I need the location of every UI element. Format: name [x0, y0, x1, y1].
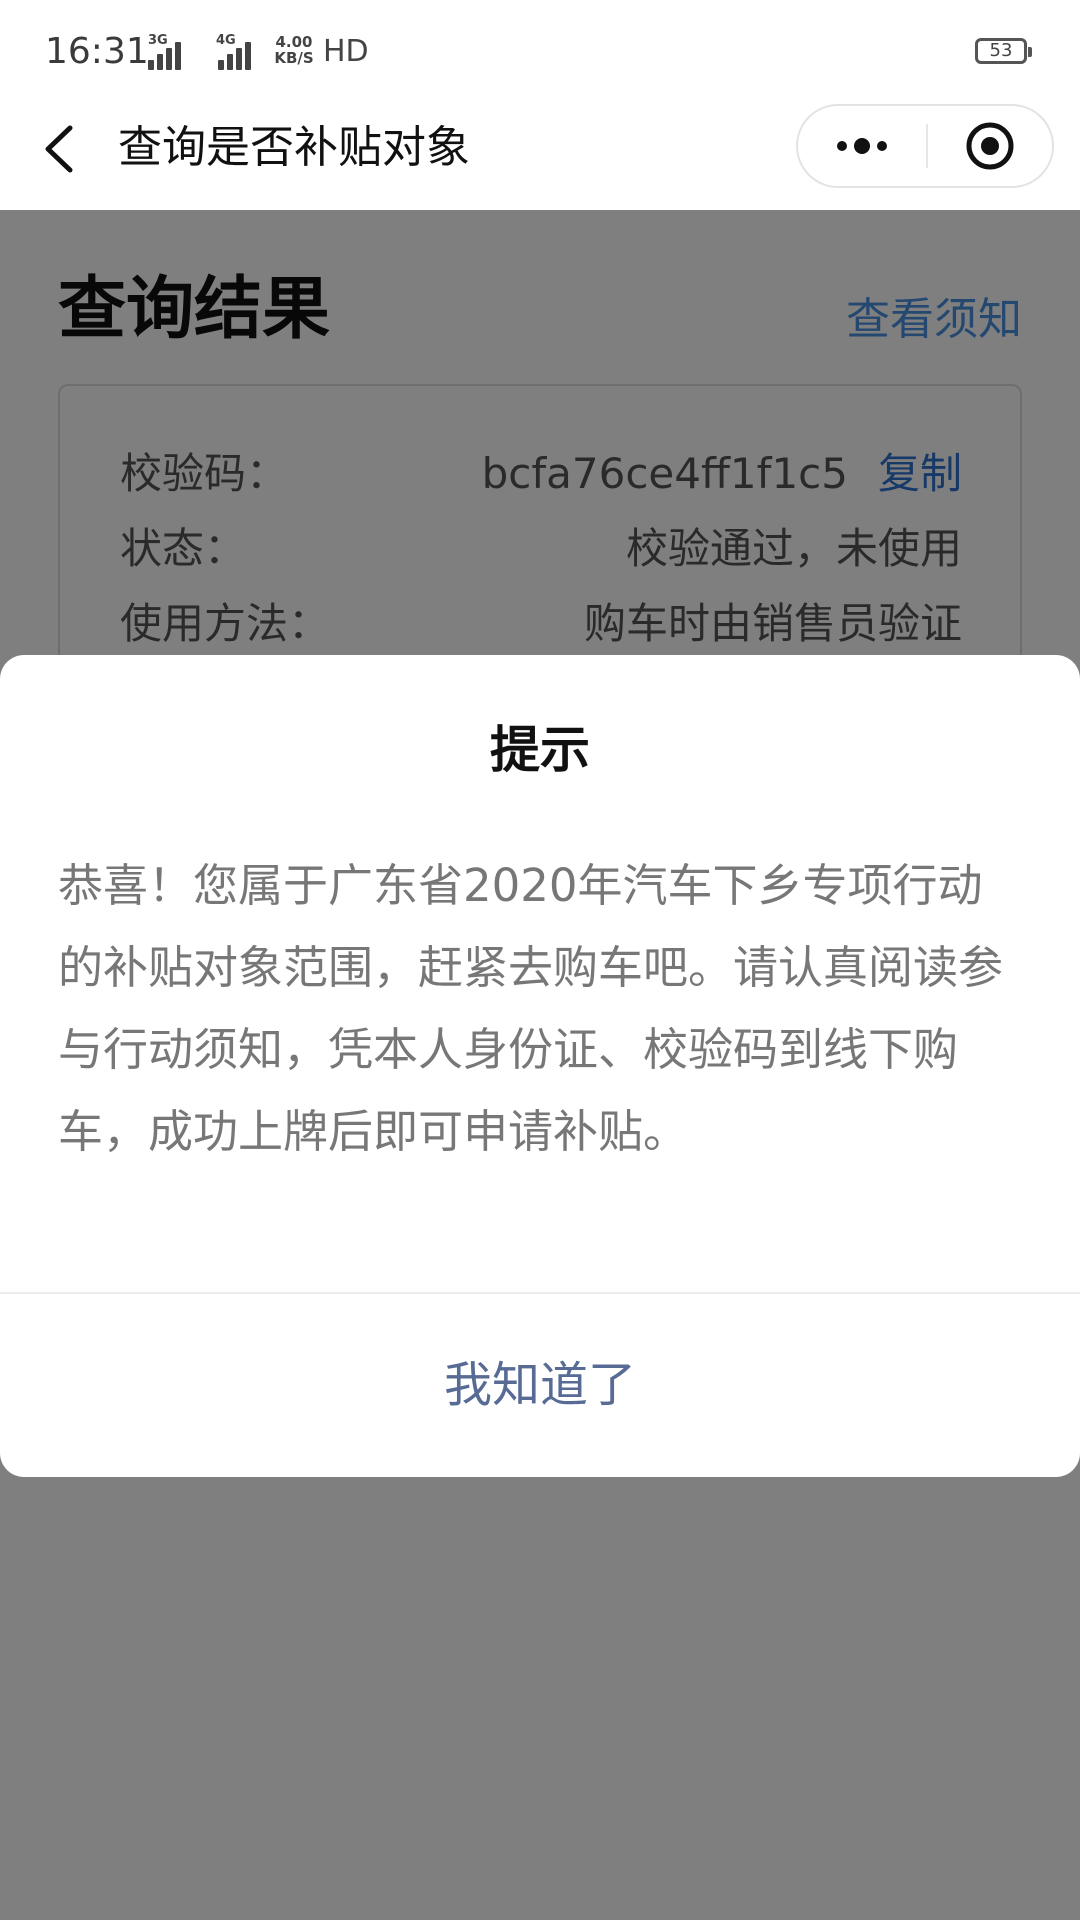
signal-3g-icon: 3G [148, 34, 194, 70]
dialog-message: 恭喜！您属于广东省2020年汽车下乡专项行动的补贴对象范围，赶紧去购车吧。请认真… [58, 859, 1004, 1158]
mini-program-capsule [796, 104, 1054, 188]
nav-title: 查询是否补贴对象 [118, 122, 470, 173]
tip-dialog: 提示 恭喜！您属于广东省2020年汽车下乡专项行动的补贴对象范围，赶紧去购车吧。… [0, 655, 1080, 1477]
status-bar: 16:31 3G 4G 4.00 KB/S HD 53 [0, 0, 1080, 104]
close-mini-program-button[interactable] [928, 106, 1052, 186]
back-arrow-icon[interactable] [40, 124, 80, 174]
hd-indicator: HD [323, 34, 369, 69]
network-speed: 4.00 KB/S [272, 34, 316, 66]
status-time: 16:31 [45, 31, 149, 72]
screen: 16:31 3G 4G 4.00 KB/S HD 53 查询是否补贴对象 提示 … [0, 0, 1080, 1920]
dialog-title: 提示 [490, 721, 590, 779]
target-close-icon [966, 122, 1014, 170]
battery-level: 53 [989, 40, 1013, 61]
network-speed-value: 4.00 [275, 33, 313, 51]
battery-icon: 53 [975, 38, 1032, 64]
more-dots-icon [837, 138, 887, 154]
confirm-button[interactable]: 我知道了 [0, 1294, 1080, 1477]
more-options-button[interactable] [798, 106, 926, 186]
signal-4g-icon: 4G [208, 34, 264, 70]
network-speed-unit: KB/S [274, 49, 314, 67]
nav-bar: 查询是否补贴对象 [0, 104, 1080, 210]
